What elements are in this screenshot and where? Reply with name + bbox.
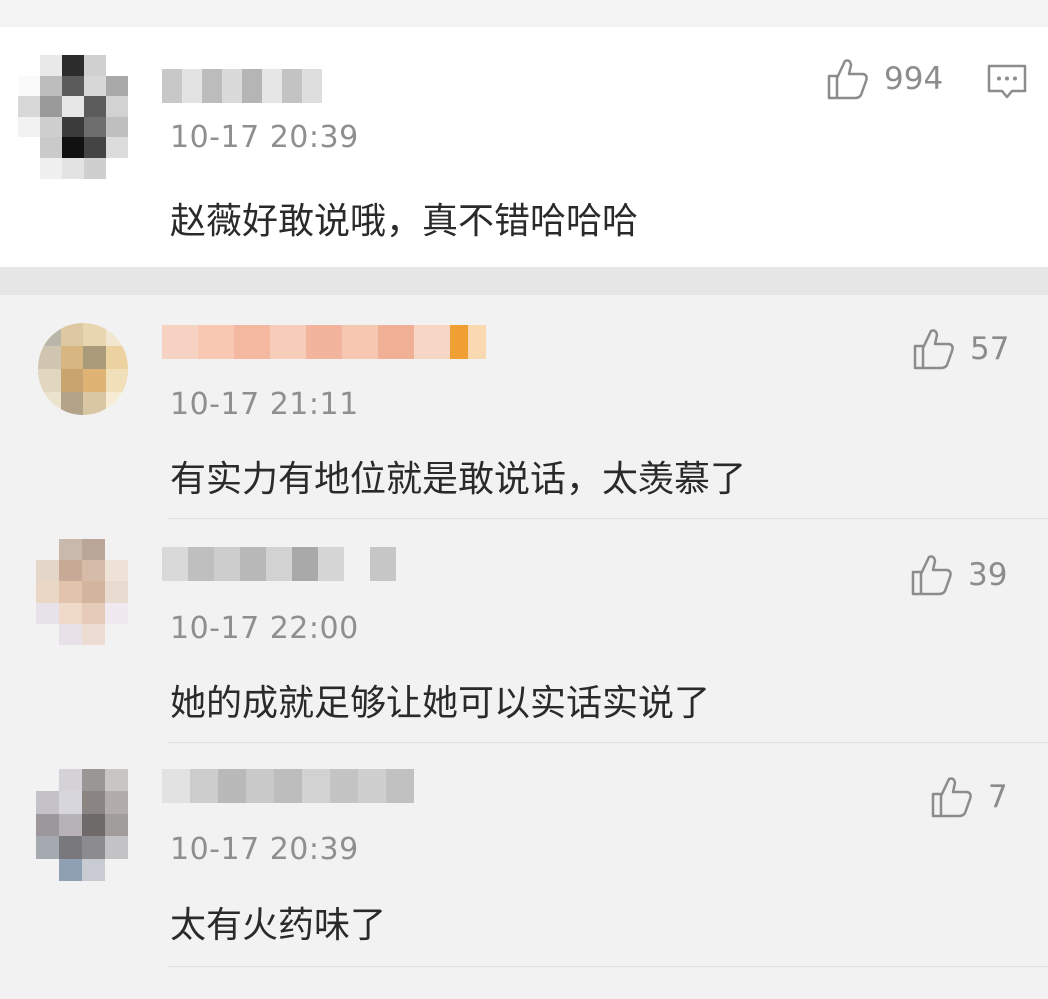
comment-timestamp: 10-17 21:11 xyxy=(170,387,359,422)
list-item: 10-17 21:11 有实力有地位就是敢说话，太羡慕了 57 xyxy=(0,295,1048,519)
thumbs-up-icon xyxy=(911,555,952,596)
list-item: 10-17 20:39 太有火药味了 7 xyxy=(0,743,1048,967)
username-blurred[interactable] xyxy=(162,547,396,581)
avatar[interactable] xyxy=(18,55,128,179)
comment-bubble-icon[interactable] xyxy=(986,63,1028,103)
like-count: 39 xyxy=(968,557,1008,593)
comment-text: 有实力有地位就是敢说话，太羡慕了 xyxy=(170,459,747,500)
avatar[interactable] xyxy=(36,539,128,645)
thumbs-up-icon xyxy=(913,329,954,370)
comment-timestamp: 10-17 22:00 xyxy=(170,611,359,646)
like-button[interactable]: 39 xyxy=(910,553,1007,597)
comment-text: 她的成就足够让她可以实话实说了 xyxy=(170,683,711,724)
comment-timestamp: 10-17 20:39 xyxy=(170,120,359,155)
username-blurred[interactable] xyxy=(162,769,414,803)
section-divider xyxy=(0,267,1048,295)
like-button[interactable]: 7 xyxy=(930,775,1008,819)
comment-text: 太有火药味了 xyxy=(170,905,387,946)
main-comment: 10-17 20:39 赵薇好敢说哦，真不错哈哈哈 994 xyxy=(0,27,1048,267)
avatar[interactable] xyxy=(38,323,128,415)
username-blurred[interactable] xyxy=(162,325,486,359)
comment-timestamp: 10-17 20:39 xyxy=(170,832,359,867)
divider xyxy=(168,966,1048,967)
thumbs-up-icon xyxy=(827,59,868,100)
thumbs-up-icon xyxy=(931,777,972,818)
avatar[interactable] xyxy=(36,769,128,881)
like-button[interactable]: 57 xyxy=(912,327,1009,371)
like-count: 994 xyxy=(884,61,944,97)
like-button[interactable]: 994 xyxy=(826,57,943,101)
top-strip xyxy=(0,0,1048,28)
list-item: 10-17 22:00 她的成就足够让她可以实话实说了 39 xyxy=(0,519,1048,743)
like-count: 7 xyxy=(988,779,1008,815)
like-count: 57 xyxy=(970,331,1010,367)
replies-list: 10-17 21:11 有实力有地位就是敢说话，太羡慕了 57 10-17 22… xyxy=(0,295,1048,999)
username-blurred[interactable] xyxy=(162,69,322,103)
comment-text: 赵薇好敢说哦，真不错哈哈哈 xyxy=(170,201,639,242)
